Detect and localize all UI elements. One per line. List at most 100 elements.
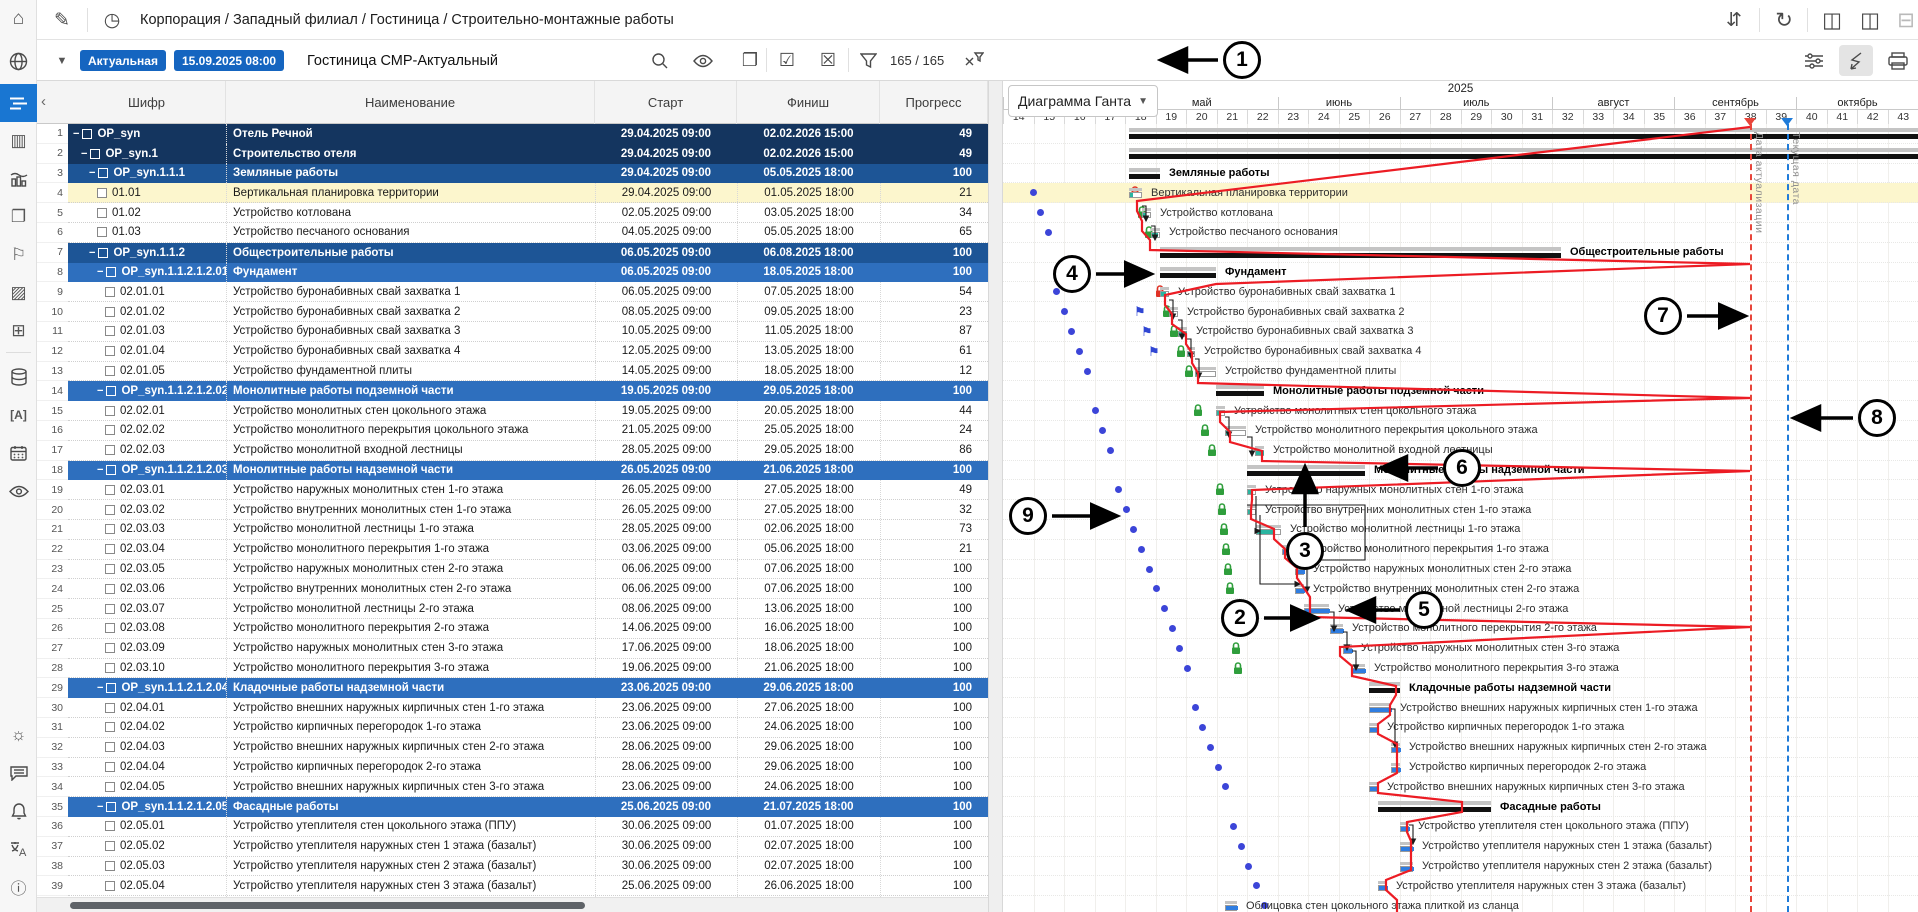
row-checkbox[interactable] (105, 821, 115, 831)
task-bar[interactable] (1247, 489, 1256, 495)
row-checkbox[interactable] (105, 445, 115, 455)
gantt-row[interactable]: Устройство утеплителя наружных стен 3 эт… (1003, 876, 1918, 896)
task-bar[interactable] (1247, 509, 1256, 515)
expander-toggle[interactable]: − (97, 385, 103, 397)
gantt-row[interactable]: Кладочные работы надземной части (1003, 678, 1918, 698)
row-checkbox[interactable] (105, 623, 115, 633)
table-row[interactable]: 3302.04.04Устройство кирпичных перегород… (37, 758, 988, 778)
row-checkbox[interactable] (105, 287, 115, 297)
gantt-row[interactable]: Устройство наружных монолитных стен 3-го… (1003, 639, 1918, 659)
column-header-finish[interactable]: Финиш (737, 81, 880, 124)
task-bar[interactable] (1378, 885, 1387, 891)
task-bar[interactable] (1400, 846, 1413, 852)
calendar-icon[interactable] (0, 434, 37, 472)
gantt-row[interactable]: Устройство кирпичных перегородок 1-го эт… (1003, 718, 1918, 738)
table-row[interactable]: 1302.01.05Устройство фундаментной плиты1… (37, 362, 988, 382)
gantt-row[interactable]: Фундамент (1003, 263, 1918, 283)
gantt-row[interactable]: Устройство внутренних монолитных стен 2-… (1003, 579, 1918, 599)
row-checkbox[interactable] (105, 643, 115, 653)
task-bar[interactable] (1369, 707, 1391, 713)
gantt-row[interactable]: Устройство буронабивных свай захватка 1 (1003, 282, 1918, 302)
table-row[interactable]: 1−OP_synОтель Речной29.04.2025 09:0002.0… (37, 124, 988, 144)
gantt-row[interactable]: Устройство монолитного перекрытия 1-го э… (1003, 540, 1918, 560)
table-row[interactable]: 3402.04.05Устройство внешних наружных ки… (37, 777, 988, 797)
pane-splitter[interactable] (988, 40, 1003, 912)
row-checkbox[interactable] (97, 188, 107, 198)
row-checkbox[interactable] (90, 149, 100, 159)
gantt-row[interactable]: Монолитные работы подземной части (1003, 381, 1918, 401)
gantt-row[interactable]: ⚑Устройство буронабивных свай захватка 3 (1003, 322, 1918, 342)
filter-icon[interactable] (851, 40, 885, 81)
table-row[interactable]: 1602.02.02Устройство монолитного перекры… (37, 421, 988, 441)
task-bar[interactable] (1187, 351, 1195, 357)
expander-toggle[interactable]: − (97, 266, 103, 278)
checkbox-off-icon[interactable]: ☒ (811, 40, 845, 81)
refresh-icon[interactable]: ↻ (1767, 0, 1801, 40)
row-checkbox[interactable] (105, 742, 115, 752)
table-row[interactable]: 3602.05.01Устройство утеплителя стен цок… (37, 817, 988, 837)
gantt-row[interactable]: Устройство утеплителя стен цокольного эт… (1003, 817, 1918, 837)
task-bar[interactable] (1330, 628, 1343, 634)
gantt-row[interactable]: Устройство монолитной лестницы 1-го этаж… (1003, 520, 1918, 540)
home-icon[interactable]: ⌂ (0, 0, 37, 38)
table-row[interactable]: 8−OP_syn.1.1.2.1.2.01Фундамент06.05.2025… (37, 263, 988, 283)
comments-icon[interactable] (0, 754, 37, 792)
gantt-row[interactable]: Фасадные работы (1003, 797, 1918, 817)
table-row[interactable]: 2202.03.04Устройство монолитного перекры… (37, 540, 988, 560)
flag-icon[interactable]: ⚐ (0, 236, 37, 274)
task-bar[interactable] (1400, 826, 1409, 832)
task-bar[interactable] (1352, 668, 1365, 674)
table-row[interactable]: 2702.03.09Устройство наружных монолитных… (37, 639, 988, 659)
collapse-columns-button[interactable]: ‹ (41, 93, 46, 110)
task-bar[interactable] (1195, 371, 1216, 377)
row-checkbox[interactable] (106, 465, 116, 475)
gantt-row[interactable]: Устройство внешних наружных кирпичных ст… (1003, 738, 1918, 758)
table-row[interactable]: 2402.03.06Устройство внутренних монолитн… (37, 579, 988, 599)
watch-eye-icon[interactable] (0, 472, 37, 510)
task-bar[interactable] (1343, 648, 1352, 654)
view-selector-dropdown[interactable]: Диаграмма Ганта ▼ (1008, 85, 1158, 117)
row-checkbox[interactable] (105, 861, 115, 871)
gantt-row[interactable]: ⚑Устройство буронабивных свай захватка 4 (1003, 342, 1918, 362)
gantt-row[interactable]: Устройство песчаного основания (1003, 223, 1918, 243)
table-row[interactable]: 1702.02.03Устройство монолитной входной … (37, 441, 988, 461)
info-icon[interactable]: ⓘ (0, 868, 37, 906)
column-header-name[interactable]: Наименование (226, 81, 595, 124)
row-checkbox[interactable] (105, 425, 115, 435)
table-row[interactable]: 29−OP_syn.1.1.2.1.2.04Кладочные работы н… (37, 678, 988, 698)
gantt-row[interactable]: Устройство утеплителя наружных стен 1 эт… (1003, 837, 1918, 857)
row-checkbox[interactable] (105, 841, 115, 851)
expander-toggle[interactable]: − (97, 801, 103, 813)
gantt-row[interactable]: Устройство внешних наружных кирпичных ст… (1003, 777, 1918, 797)
column-header-start[interactable]: Старт (595, 81, 737, 124)
task-bar[interactable] (1295, 588, 1304, 594)
table-row[interactable]: 2802.03.10Устройство монолитного перекры… (37, 659, 988, 679)
checkbox-on-icon[interactable]: ☑ (770, 40, 804, 81)
table-row[interactable]: 1102.01.03Устройство буронабивных свай з… (37, 322, 988, 342)
column-header-progress[interactable]: Прогресс (880, 81, 988, 124)
database-icon[interactable] (0, 358, 37, 396)
stacked-panels-icon[interactable]: ❐ (733, 40, 767, 81)
task-bar[interactable] (1151, 232, 1160, 238)
link-route-icon[interactable] (1839, 45, 1873, 76)
expander-toggle[interactable]: − (97, 682, 103, 694)
table-row[interactable]: 1202.01.04Устройство буронабивных свай з… (37, 342, 988, 362)
gantt-row[interactable]: Общестроительные работы (1003, 243, 1918, 263)
version-dropdown-caret[interactable]: ▼ (45, 40, 79, 81)
row-checkbox[interactable] (105, 346, 115, 356)
column-header-code[interactable]: Шифр (68, 81, 226, 124)
eye-icon[interactable] (686, 40, 720, 81)
task-bar[interactable] (1225, 905, 1237, 911)
gantt-row[interactable]: Устройство фундаментной плиты (1003, 362, 1918, 382)
row-checkbox[interactable] (105, 881, 115, 891)
gantt-row[interactable]: Устройство монолитных стен цокольного эт… (1003, 401, 1918, 421)
task-bar[interactable] (1142, 212, 1151, 218)
task-bar[interactable] (1304, 608, 1329, 614)
task-bar[interactable] (1256, 529, 1281, 535)
table-row[interactable]: 1002.01.02Устройство буронабивных свай з… (37, 302, 988, 322)
task-bar[interactable] (1216, 410, 1225, 416)
row-checkbox[interactable] (105, 782, 115, 792)
summary-bar[interactable] (1129, 174, 1160, 179)
split-horizontal-icon[interactable]: ⊟ (1889, 0, 1918, 40)
task-bar[interactable] (1255, 450, 1264, 456)
